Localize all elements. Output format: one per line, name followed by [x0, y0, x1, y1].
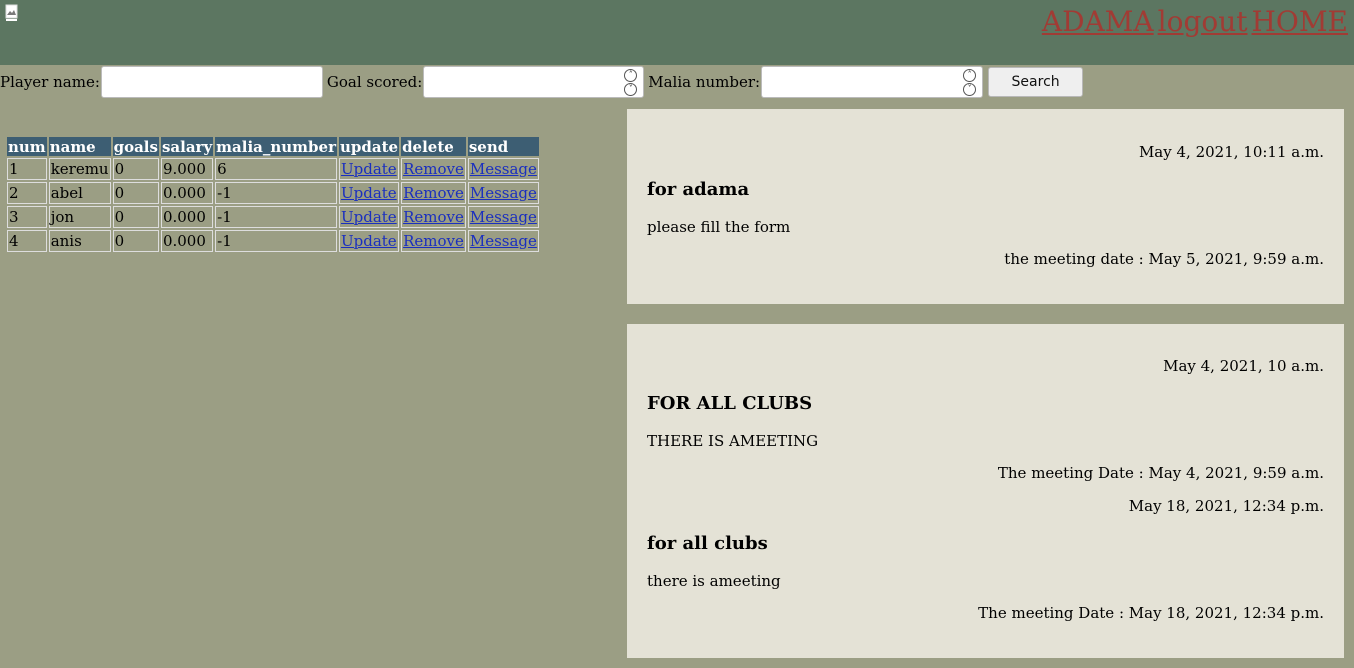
column-header: delete: [401, 137, 466, 156]
cell-malia-number: 6: [215, 158, 337, 180]
table-row: 3 jon 0 0.000 -1 Update Remove Message: [7, 206, 539, 228]
player-name-input[interactable]: [100, 66, 323, 98]
column-header: name: [48, 137, 111, 156]
column-header: num: [7, 137, 47, 156]
cell-name: keremu: [48, 158, 111, 180]
message-body: there is ameeting: [647, 572, 781, 590]
column-header: malia_number: [215, 137, 337, 156]
cell-salary: 9.000: [160, 158, 214, 180]
update-link[interactable]: Update: [341, 232, 397, 250]
table-row: 4 anis 0 0.000 -1 Update Remove Message: [7, 230, 539, 252]
meeting-date: The meeting Date : May 18, 2021, 12:34 p…: [978, 604, 1324, 622]
cell-malia-number: -1: [215, 206, 337, 228]
message-date: May 18, 2021, 12:34 p.m.: [1128, 497, 1324, 515]
cell-malia-number: -1: [215, 182, 337, 204]
column-header: goals: [112, 137, 159, 156]
cell-send: Message: [467, 230, 539, 252]
malia-number-input[interactable]: [761, 66, 984, 98]
cell-goals: 0: [112, 158, 159, 180]
update-link[interactable]: Update: [341, 184, 397, 202]
update-link[interactable]: Update: [341, 160, 397, 178]
cell-num: 1: [7, 158, 47, 180]
cell-goals: 0: [112, 206, 159, 228]
message-title: FOR ALL CLUBS: [647, 393, 813, 414]
message-card: May 4, 2021, 10:11 a.m. for adama please…: [627, 109, 1344, 304]
cell-update: Update: [338, 182, 400, 204]
nav-link-logout[interactable]: logout: [1158, 5, 1248, 38]
cell-salary: 0.000: [160, 182, 214, 204]
update-link[interactable]: Update: [341, 208, 397, 226]
message-card: May 4, 2021, 10 a.m. FOR ALL CLUBS THERE…: [627, 324, 1344, 658]
remove-link[interactable]: Remove: [403, 184, 464, 202]
cell-name: jon: [48, 206, 111, 228]
cell-name: abel: [48, 182, 111, 204]
goal-scored-input[interactable]: [423, 66, 645, 98]
chevron-down-icon[interactable]: ˅: [963, 83, 977, 96]
message-date: May 4, 2021, 10:11 a.m.: [1138, 143, 1324, 161]
message-link[interactable]: Message: [470, 184, 537, 202]
message-body: THERE IS AMEETING: [647, 432, 819, 450]
broken-image-icon: [5, 4, 18, 21]
meeting-date: the meeting date : May 5, 2021, 9:59 a.m…: [1004, 250, 1324, 268]
message-body: please fill the form: [647, 218, 791, 236]
cell-goals: 0: [112, 182, 159, 204]
column-header: send: [467, 137, 539, 156]
message-link[interactable]: Message: [470, 232, 537, 250]
column-header: update: [338, 137, 400, 156]
cell-malia-number: -1: [215, 230, 337, 252]
nav-link-home[interactable]: HOME: [1252, 5, 1348, 38]
chevron-up-icon[interactable]: ˄: [963, 69, 977, 82]
meeting-date: The meeting Date : May 4, 2021, 9:59 a.m…: [997, 464, 1324, 482]
table-header-row: num name goals salary malia_number updat…: [7, 137, 539, 156]
table-row: 2 abel 0 0.000 -1 Update Remove Message: [7, 182, 539, 204]
cell-update: Update: [338, 230, 400, 252]
goal-stepper[interactable]: ˄ ˅: [624, 69, 638, 97]
remove-link[interactable]: Remove: [403, 160, 464, 178]
cell-goals: 0: [112, 230, 159, 252]
goal-scored-label: Goal scored:: [326, 73, 423, 91]
message-title: for adama: [647, 179, 750, 200]
cell-salary: 0.000: [160, 206, 214, 228]
cell-update: Update: [338, 158, 400, 180]
cell-num: 4: [7, 230, 47, 252]
malia-stepper[interactable]: ˄ ˅: [963, 69, 977, 97]
nav-link-adama[interactable]: ADAMA: [1042, 5, 1154, 38]
cell-delete: Remove: [401, 182, 466, 204]
chevron-down-icon[interactable]: ˅: [624, 83, 638, 96]
top-nav: ADAMA logout HOME: [1042, 5, 1348, 38]
malia-number-label: Malia number:: [648, 73, 761, 91]
cell-delete: Remove: [401, 230, 466, 252]
player-name-label: Player name:: [0, 73, 100, 91]
remove-link[interactable]: Remove: [403, 232, 464, 250]
cell-num: 2: [7, 182, 47, 204]
cell-send: Message: [467, 158, 539, 180]
cell-num: 3: [7, 206, 47, 228]
column-header: salary: [160, 137, 214, 156]
cell-delete: Remove: [401, 206, 466, 228]
search-button[interactable]: Search: [988, 67, 1084, 97]
message-date: May 4, 2021, 10 a.m.: [1163, 357, 1324, 375]
cell-delete: Remove: [401, 158, 466, 180]
cell-name: anis: [48, 230, 111, 252]
chevron-up-icon[interactable]: ˄: [624, 69, 638, 82]
malia-number-field: ˄ ˅: [761, 66, 984, 98]
cell-send: Message: [467, 182, 539, 204]
players-table: num name goals salary malia_number updat…: [5, 135, 541, 254]
cell-update: Update: [338, 206, 400, 228]
top-header: ADAMA logout HOME: [0, 0, 1354, 65]
message-link[interactable]: Message: [470, 208, 537, 226]
cell-salary: 0.000: [160, 230, 214, 252]
table-row: 1 keremu 0 9.000 6 Update Remove Message: [7, 158, 539, 180]
search-form: Player name: Goal scored: ˄ ˅ Malia numb…: [0, 66, 1084, 98]
cell-send: Message: [467, 206, 539, 228]
goal-scored-field: ˄ ˅: [423, 66, 645, 98]
message-link[interactable]: Message: [470, 160, 537, 178]
message-title: for all clubs: [647, 533, 768, 554]
remove-link[interactable]: Remove: [403, 208, 464, 226]
